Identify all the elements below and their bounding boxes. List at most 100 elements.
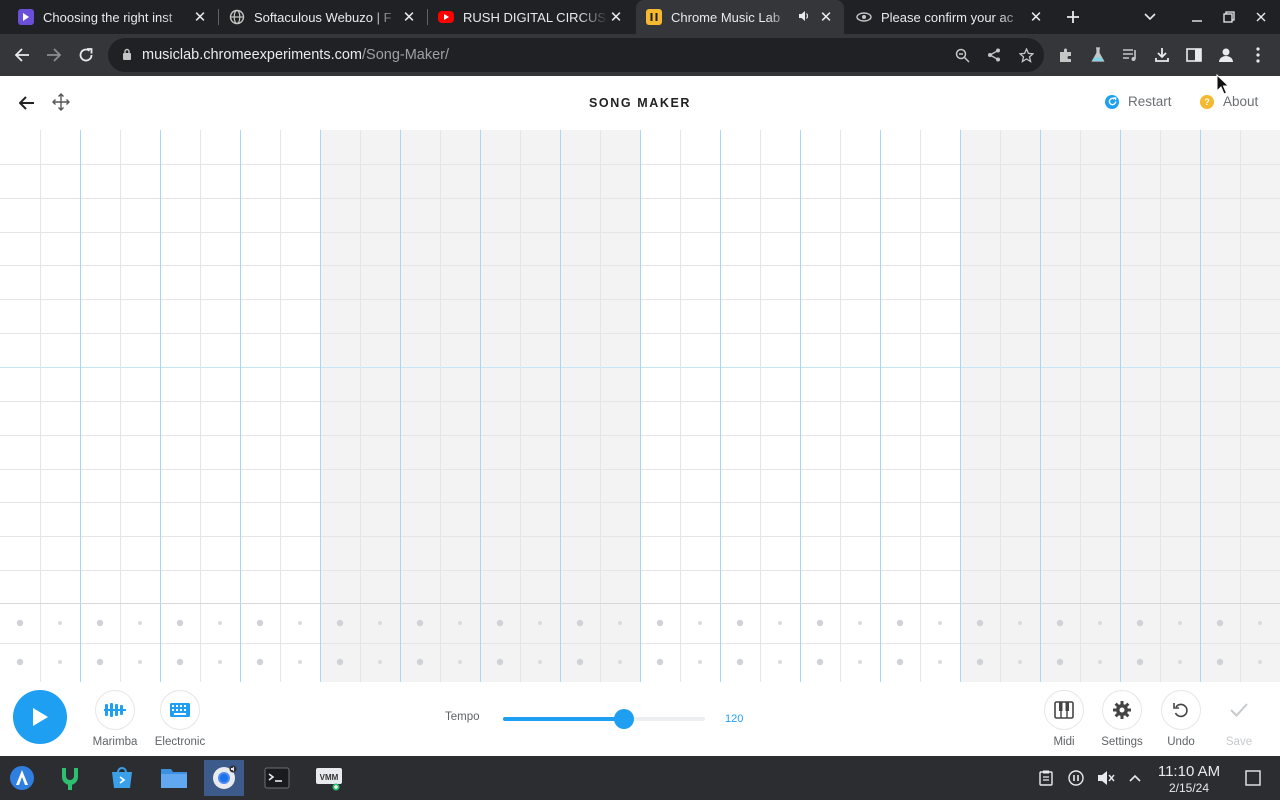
rhythm-dot[interactable] (458, 660, 462, 664)
instrument-marimba-button[interactable]: Marimba (85, 690, 145, 750)
rhythm-dot[interactable] (896, 658, 904, 666)
rhythm-dot[interactable] (1056, 619, 1064, 627)
address-bar[interactable]: musiclab.chromeexperiments.com/Song-Make… (108, 38, 1044, 72)
rhythm-dot[interactable] (938, 660, 942, 664)
reload-button[interactable] (70, 39, 102, 71)
rhythm-dot[interactable] (416, 658, 424, 666)
labs-flask-icon[interactable] (1082, 39, 1114, 71)
speaker-icon[interactable] (798, 10, 810, 25)
rhythm-dot[interactable] (16, 619, 24, 627)
tab-chrome-music-lab[interactable]: Chrome Music Lab ✕ (636, 0, 844, 34)
about-button[interactable]: ? About (1200, 94, 1258, 109)
forward-button[interactable] (38, 39, 70, 71)
rhythm-dot[interactable] (618, 660, 622, 664)
rhythm-dot[interactable] (1258, 621, 1262, 625)
undo-button[interactable]: Undo (1151, 690, 1211, 750)
midi-button[interactable]: Midi (1034, 690, 1094, 750)
rhythm-dot[interactable] (1018, 660, 1022, 664)
media-playlist-icon[interactable] (1114, 39, 1146, 71)
rhythm-dot[interactable] (96, 658, 104, 666)
tray-chevron-up-icon[interactable] (1125, 768, 1145, 788)
new-tab-button[interactable] (1057, 0, 1089, 34)
extensions-puzzle-icon[interactable] (1050, 39, 1082, 71)
rhythm-dot[interactable] (378, 621, 382, 625)
rhythm-dot[interactable] (1136, 658, 1144, 666)
melody-grid[interactable] (0, 130, 1280, 604)
tab-softaculous[interactable]: Softaculous Webuzo | F ✕ (219, 0, 427, 34)
rhythm-dot[interactable] (576, 619, 584, 627)
song-grid[interactable] (0, 130, 1280, 682)
rhythm-dot[interactable] (336, 619, 344, 627)
rhythm-dot[interactable] (976, 658, 984, 666)
virt-manager-icon[interactable]: VMM (309, 760, 349, 796)
rhythm-dot[interactable] (138, 621, 142, 625)
rhythm-dot[interactable] (1018, 621, 1022, 625)
bookmark-star-icon[interactable] (1010, 39, 1042, 71)
tab-search-chevron-down-icon[interactable] (1134, 0, 1166, 34)
show-desktop-icon[interactable] (1243, 768, 1263, 788)
rhythm-dot[interactable] (576, 658, 584, 666)
rhythm-dot[interactable] (618, 621, 622, 625)
rhythm-dot[interactable] (176, 619, 184, 627)
rhythm-dot[interactable] (176, 658, 184, 666)
save-button[interactable]: Save (1209, 690, 1269, 750)
rhythm-dot[interactable] (58, 660, 62, 664)
rhythm-dot[interactable] (256, 619, 264, 627)
instrument-electronic-button[interactable]: Electronic (150, 690, 210, 750)
rhythm-dot[interactable] (496, 619, 504, 627)
share-icon[interactable] (978, 39, 1010, 71)
rhythm-dot[interactable] (416, 619, 424, 627)
rhythm-dot[interactable] (698, 621, 702, 625)
close-icon[interactable]: ✕ (818, 8, 834, 26)
rhythm-dot[interactable] (378, 660, 382, 664)
rhythm-dot[interactable] (1216, 619, 1224, 627)
tab-choosing-instrument[interactable]: Choosing the right inst ✕ (8, 0, 218, 34)
play-button[interactable] (13, 690, 67, 744)
rhythm-dot[interactable] (778, 660, 782, 664)
chrome-browser-icon[interactable] (204, 760, 244, 796)
rhythm-dot[interactable] (96, 619, 104, 627)
rhythm-dot[interactable] (458, 621, 462, 625)
rhythm-dot[interactable] (858, 621, 862, 625)
rhythm-dot[interactable] (1216, 658, 1224, 666)
rhythm-dot[interactable] (138, 660, 142, 664)
rhythm-dot[interactable] (1136, 619, 1144, 627)
browser-menu-icon[interactable] (1242, 39, 1274, 71)
tab-rush-digital-circus[interactable]: RUSH DIGITAL CIRCUS ✕ (428, 0, 634, 34)
media-pause-icon[interactable] (1066, 768, 1086, 788)
rhythm-dot[interactable] (1178, 660, 1182, 664)
rhythm-dot[interactable] (218, 660, 222, 664)
restart-button[interactable]: Restart (1105, 94, 1172, 109)
rhythm-dot[interactable] (1056, 658, 1064, 666)
rhythm-dot[interactable] (256, 658, 264, 666)
rhythm-dot[interactable] (858, 660, 862, 664)
close-icon[interactable]: ✕ (608, 8, 624, 26)
rhythm-dot[interactable] (218, 621, 222, 625)
rhythm-dot[interactable] (896, 619, 904, 627)
tab-please-confirm[interactable]: Please confirm your ac ✕ (846, 0, 1054, 34)
rhythm-dot[interactable] (938, 621, 942, 625)
clock[interactable]: 11:10 AM 2/15/24 (1150, 763, 1228, 795)
rhythm-dot[interactable] (736, 658, 744, 666)
rhythm-dot[interactable] (58, 621, 62, 625)
rhythm-dot[interactable] (698, 660, 702, 664)
lock-icon[interactable] (122, 48, 132, 63)
minimize-button[interactable] (1181, 0, 1213, 34)
rhythm-dot[interactable] (16, 658, 24, 666)
close-icon[interactable]: ✕ (1028, 8, 1044, 26)
system-tools-icon[interactable] (50, 760, 90, 796)
rhythm-dot[interactable] (976, 619, 984, 627)
software-store-icon[interactable] (102, 760, 142, 796)
rhythm-grid[interactable] (0, 604, 1280, 682)
close-icon[interactable]: ✕ (401, 8, 417, 26)
rhythm-dot[interactable] (298, 621, 302, 625)
tempo-slider[interactable] (503, 709, 705, 729)
rhythm-dot[interactable] (336, 658, 344, 666)
rhythm-dot[interactable] (816, 619, 824, 627)
file-manager-icon[interactable] (154, 760, 194, 796)
rhythm-dot[interactable] (778, 621, 782, 625)
download-icon[interactable] (1146, 39, 1178, 71)
rhythm-dot[interactable] (1098, 621, 1102, 625)
rhythm-dot[interactable] (1258, 660, 1262, 664)
rhythm-dot[interactable] (496, 658, 504, 666)
